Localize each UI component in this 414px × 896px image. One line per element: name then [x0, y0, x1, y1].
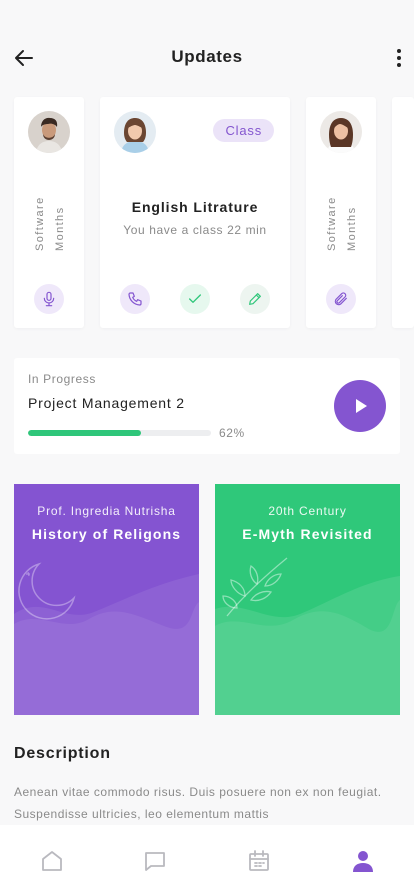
vertical-labels: Software Months [322, 191, 362, 251]
vertical-labels: Software Months [30, 191, 70, 251]
contact-card[interactable]: Software Months [14, 97, 84, 328]
progress-status: In Progress [28, 372, 96, 386]
course-card-history[interactable]: Prof. Ingredia Nutrisha History of Relig… [14, 484, 199, 715]
progress-card[interactable]: In Progress Project Management 2 62% [14, 358, 400, 454]
course-title: History of Religons [31, 526, 182, 542]
label-software: Software [326, 196, 338, 251]
course-card-emyth[interactable]: 20th Century E-Myth Revisited [215, 484, 400, 715]
calendar-icon [248, 849, 269, 871]
pencil-icon[interactable] [240, 284, 270, 314]
contact-card-partial[interactable] [392, 97, 414, 328]
label-months: Months [54, 206, 66, 251]
check-icon[interactable] [180, 284, 210, 314]
progress-title: Project Management 2 [28, 395, 185, 411]
nav-calendar[interactable] [207, 825, 310, 896]
course-title: E-Myth Revisited [242, 526, 373, 542]
play-button[interactable] [334, 380, 386, 432]
avatar [320, 111, 362, 153]
course-era: 20th Century [268, 504, 347, 518]
header: Updates [0, 0, 414, 96]
nav-home[interactable] [0, 825, 103, 896]
bottom-nav [0, 825, 414, 896]
avatar [114, 111, 156, 153]
progress-bar-fill [28, 430, 142, 436]
contact-carousel[interactable]: Software Months Class English Litrature … [14, 97, 414, 328]
label-software: Software [34, 196, 46, 251]
microphone-icon[interactable] [34, 284, 64, 314]
class-subtitle: You have a class 22 min [123, 223, 267, 237]
class-title: English Litrature [131, 199, 259, 215]
class-badge: Class [213, 119, 274, 142]
paperclip-icon[interactable] [326, 284, 356, 314]
nav-chat[interactable] [103, 825, 206, 896]
description-text: Aenean vitae commodo risus. Duis posuere… [14, 785, 382, 821]
label-months: Months [346, 206, 358, 251]
progress-bar [28, 430, 211, 436]
phone-icon[interactable] [120, 284, 150, 314]
page-title: Updates [171, 47, 243, 66]
profile-icon [352, 850, 373, 872]
course-author: Prof. Ingredia Nutrisha [37, 504, 176, 518]
avatar [28, 111, 70, 153]
nav-profile[interactable] [311, 825, 414, 896]
class-card[interactable]: Class English Litrature You have a class… [100, 97, 290, 328]
contact-card[interactable]: Software Months [306, 97, 376, 328]
play-icon [356, 399, 367, 413]
description-title: Description [14, 745, 111, 762]
chat-icon [144, 851, 165, 871]
leaf-icon [222, 557, 288, 617]
progress-percent: 62% [219, 426, 245, 440]
more-vertical-icon[interactable] [392, 44, 406, 72]
home-icon [41, 850, 62, 871]
